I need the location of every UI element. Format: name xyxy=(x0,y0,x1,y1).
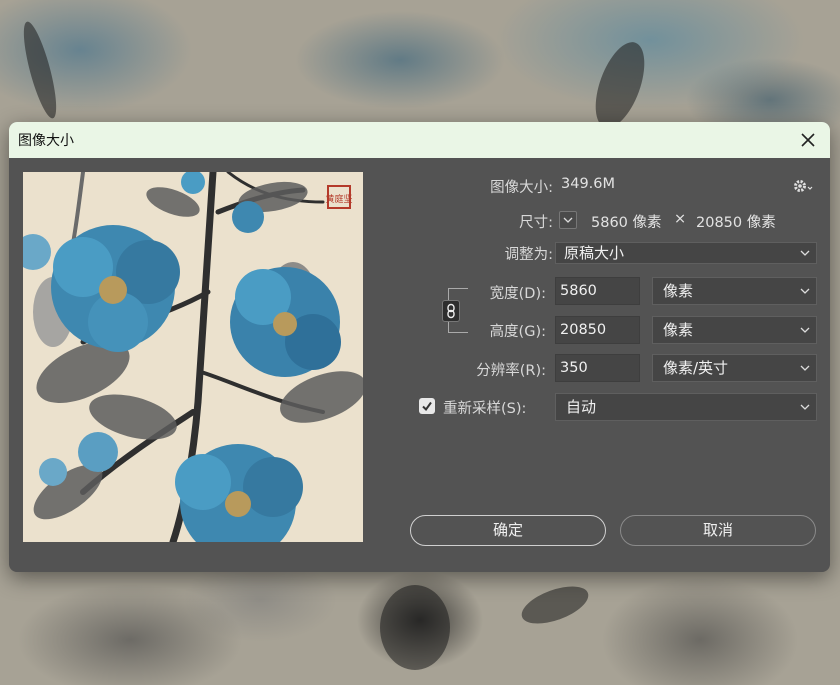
dimensions-times: × xyxy=(674,211,687,227)
close-icon xyxy=(801,133,815,147)
image-preview[interactable]: 黄庭坚 xyxy=(23,172,363,542)
width-input[interactable]: 5860 xyxy=(555,277,640,305)
resample-checkbox[interactable] xyxy=(419,398,435,414)
dimensions-unit-toggle[interactable] xyxy=(559,211,577,229)
painting-preview-image: 黄庭坚 xyxy=(23,172,363,542)
dialog-title: 图像大小 xyxy=(18,133,74,149)
seal-stamp: 黄庭坚 xyxy=(325,193,352,205)
fit-to-select[interactable]: 原稿大小 xyxy=(555,242,817,264)
resample-label: 重新采样(S): xyxy=(443,401,527,417)
image-size-dialog: 图像大小 黄庭坚 图像大小: 349.6M 尺寸: 5860 像素 × 2085… xyxy=(9,122,830,572)
chain-link-icon xyxy=(447,303,455,319)
width-unit-value: 像素 xyxy=(663,282,694,300)
constrain-bracket-top xyxy=(448,288,468,289)
fit-to-label: 调整为: xyxy=(504,247,553,263)
dimensions-height-value: 20850 像素 xyxy=(696,215,776,231)
chevron-down-icon xyxy=(800,404,810,410)
constrain-proportions-toggle[interactable] xyxy=(442,300,460,322)
image-size-label: 图像大小: xyxy=(490,180,553,196)
width-unit-select[interactable]: 像素 xyxy=(652,277,817,305)
background-brush-stroke xyxy=(380,585,450,670)
resample-method-select[interactable]: 自动 xyxy=(555,393,817,421)
background-brush-stroke xyxy=(17,19,63,121)
background-brush-stroke xyxy=(516,578,594,632)
width-label: 宽度(D): xyxy=(489,286,546,302)
dimensions-width-value: 5860 像素 xyxy=(591,215,662,231)
resolution-unit-select[interactable]: 像素/英寸 xyxy=(652,354,817,382)
dimensions-label: 尺寸: xyxy=(519,215,553,231)
height-value: 20850 xyxy=(560,322,607,338)
chevron-down-icon xyxy=(563,217,573,223)
gear-icon xyxy=(794,180,813,192)
checkmark-icon xyxy=(422,401,432,412)
height-unit-select[interactable]: 像素 xyxy=(652,316,817,344)
image-size-value: 349.6M xyxy=(561,176,616,192)
settings-gear-button[interactable] xyxy=(792,178,814,198)
chevron-down-icon xyxy=(800,250,810,256)
chevron-down-icon xyxy=(800,365,810,371)
height-unit-value: 像素 xyxy=(663,321,694,339)
width-value: 5860 xyxy=(560,283,597,299)
ok-button[interactable]: 确定 xyxy=(410,515,606,546)
dialog-titlebar: 图像大小 xyxy=(9,122,830,158)
height-input[interactable]: 20850 xyxy=(555,316,640,344)
resolution-label: 分辨率(R): xyxy=(476,363,546,379)
fit-to-value: 原稿大小 xyxy=(564,244,625,262)
resolution-input[interactable]: 350 xyxy=(555,354,640,382)
chevron-down-icon xyxy=(800,288,810,294)
background-brush-stroke xyxy=(585,35,655,135)
constrain-bracket-top xyxy=(448,288,449,300)
cancel-button[interactable]: 取消 xyxy=(620,515,816,546)
close-button[interactable] xyxy=(792,125,824,155)
chevron-down-icon xyxy=(800,327,810,333)
constrain-bracket-bottom xyxy=(448,332,468,333)
resolution-value: 350 xyxy=(560,360,588,376)
constrain-bracket-bottom xyxy=(448,321,449,333)
resample-method-value: 自动 xyxy=(566,398,597,416)
height-label: 高度(G): xyxy=(489,324,546,340)
resolution-unit-value: 像素/英寸 xyxy=(663,359,729,377)
